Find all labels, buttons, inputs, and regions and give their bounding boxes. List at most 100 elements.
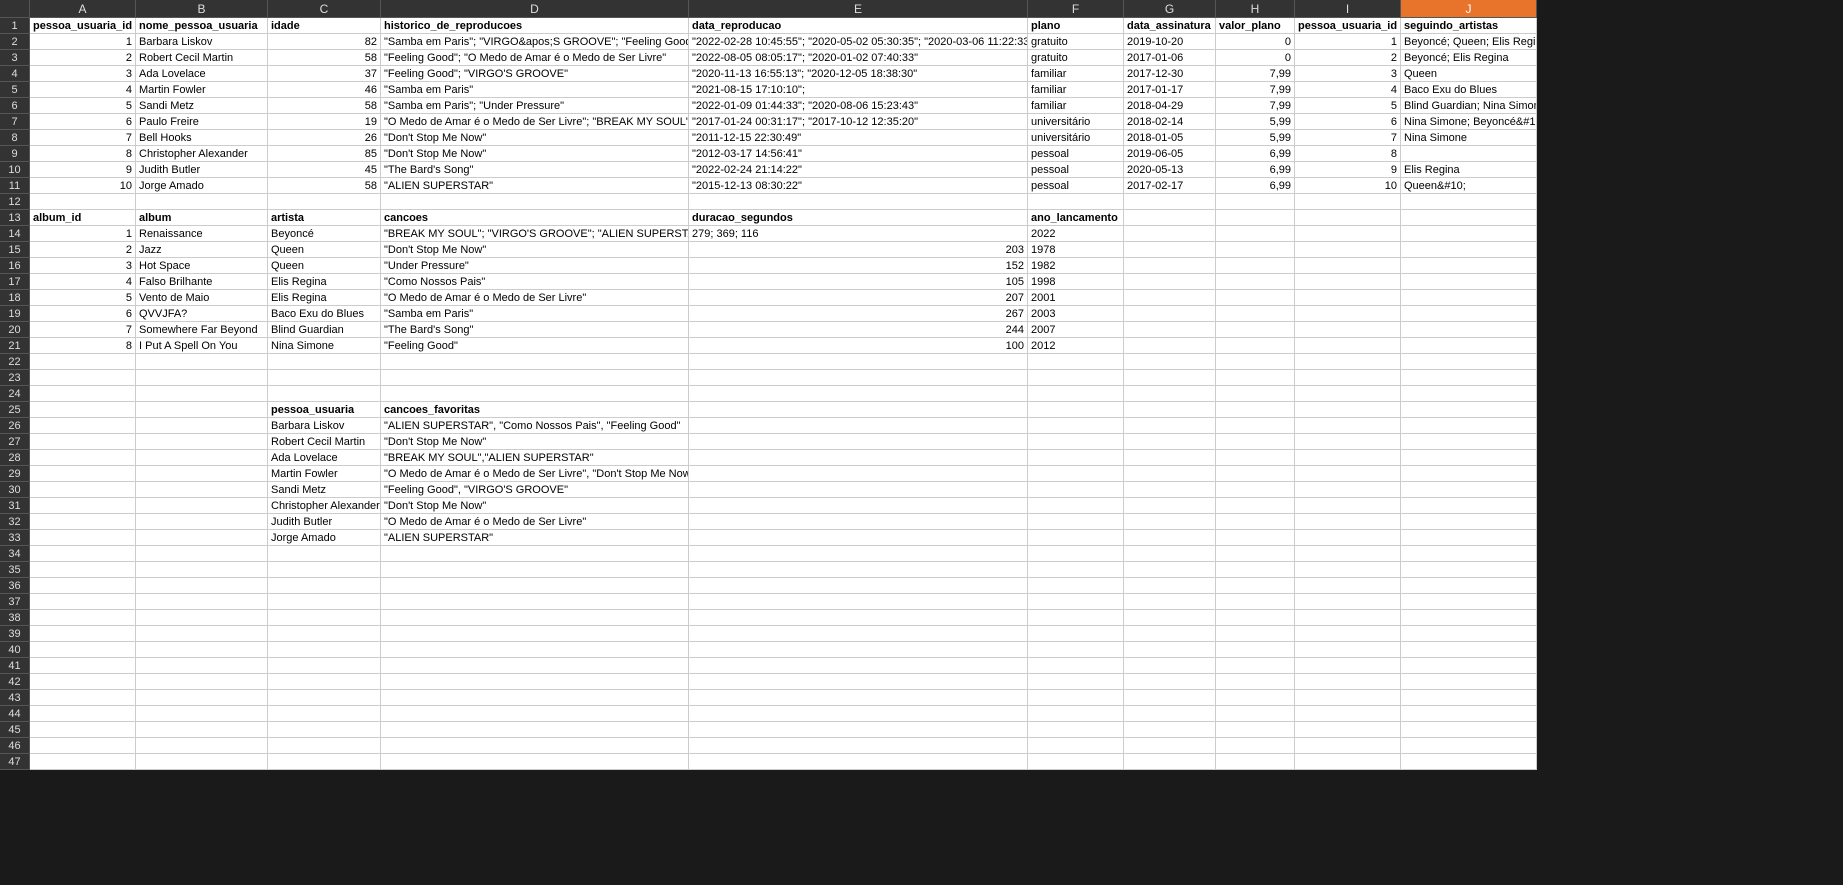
cell-I20[interactable]	[1295, 322, 1401, 338]
cell-C3[interactable]: 58	[268, 50, 381, 66]
cell-D36[interactable]	[381, 578, 689, 594]
cell-C38[interactable]	[268, 610, 381, 626]
cell-C16[interactable]: Queen	[268, 258, 381, 274]
cell-G27[interactable]	[1124, 434, 1216, 450]
cell-G44[interactable]	[1124, 706, 1216, 722]
cell-B9[interactable]: Christopher Alexander	[136, 146, 268, 162]
cell-F13[interactable]: ano_lancamento	[1028, 210, 1124, 226]
cell-C43[interactable]	[268, 690, 381, 706]
cell-C5[interactable]: 46	[268, 82, 381, 98]
cell-A22[interactable]	[30, 354, 136, 370]
cell-E44[interactable]	[689, 706, 1028, 722]
cell-E38[interactable]	[689, 610, 1028, 626]
cell-C9[interactable]: 85	[268, 146, 381, 162]
cell-A44[interactable]	[30, 706, 136, 722]
cell-A12[interactable]	[30, 194, 136, 210]
cell-B6[interactable]: Sandi Metz	[136, 98, 268, 114]
cell-H43[interactable]	[1216, 690, 1295, 706]
cell-H6[interactable]: 7,99	[1216, 98, 1295, 114]
cell-A39[interactable]	[30, 626, 136, 642]
cell-J3[interactable]: Beyoncé; Elis Regina	[1401, 50, 1537, 66]
cell-D11[interactable]: "ALIEN SUPERSTAR"	[381, 178, 689, 194]
cell-E27[interactable]	[689, 434, 1028, 450]
cell-A31[interactable]	[30, 498, 136, 514]
cell-A37[interactable]	[30, 594, 136, 610]
cell-G38[interactable]	[1124, 610, 1216, 626]
cell-I22[interactable]	[1295, 354, 1401, 370]
cell-H16[interactable]	[1216, 258, 1295, 274]
cell-J39[interactable]	[1401, 626, 1537, 642]
cell-B24[interactable]	[136, 386, 268, 402]
cell-H7[interactable]: 5,99	[1216, 114, 1295, 130]
cell-A20[interactable]: 7	[30, 322, 136, 338]
cell-A21[interactable]: 8	[30, 338, 136, 354]
cell-F2[interactable]: gratuito	[1028, 34, 1124, 50]
cell-B11[interactable]: Jorge Amado	[136, 178, 268, 194]
cell-I46[interactable]	[1295, 738, 1401, 754]
cell-H29[interactable]	[1216, 466, 1295, 482]
column-header-C[interactable]: C	[268, 0, 381, 18]
cell-H2[interactable]: 0	[1216, 34, 1295, 50]
cell-D15[interactable]: "Don't Stop Me Now"	[381, 242, 689, 258]
cell-I37[interactable]	[1295, 594, 1401, 610]
cell-E25[interactable]	[689, 402, 1028, 418]
cell-D45[interactable]	[381, 722, 689, 738]
cell-I34[interactable]	[1295, 546, 1401, 562]
cell-H26[interactable]	[1216, 418, 1295, 434]
cell-F25[interactable]	[1028, 402, 1124, 418]
cell-D27[interactable]: "Don't Stop Me Now"	[381, 434, 689, 450]
cell-E37[interactable]	[689, 594, 1028, 610]
cell-F40[interactable]	[1028, 642, 1124, 658]
cell-F37[interactable]	[1028, 594, 1124, 610]
cell-G14[interactable]	[1124, 226, 1216, 242]
cell-J1[interactable]: seguindo_artistas	[1401, 18, 1537, 34]
cell-C22[interactable]	[268, 354, 381, 370]
cell-J35[interactable]	[1401, 562, 1537, 578]
cell-J36[interactable]	[1401, 578, 1537, 594]
cell-C32[interactable]: Judith Butler	[268, 514, 381, 530]
cell-G17[interactable]	[1124, 274, 1216, 290]
cell-E17[interactable]: 105	[689, 274, 1028, 290]
cell-A15[interactable]: 2	[30, 242, 136, 258]
cell-J15[interactable]	[1401, 242, 1537, 258]
cell-B4[interactable]: Ada Lovelace	[136, 66, 268, 82]
cell-B41[interactable]	[136, 658, 268, 674]
cell-A17[interactable]: 4	[30, 274, 136, 290]
cell-C37[interactable]	[268, 594, 381, 610]
cell-C36[interactable]	[268, 578, 381, 594]
cell-I1[interactable]: pessoa_usuaria_id	[1295, 18, 1401, 34]
cell-H21[interactable]	[1216, 338, 1295, 354]
cell-F46[interactable]	[1028, 738, 1124, 754]
cell-B22[interactable]	[136, 354, 268, 370]
cell-D2[interactable]: "Samba em Paris"; "VIRGO&apos;S GROOVE";…	[381, 34, 689, 50]
cell-I44[interactable]	[1295, 706, 1401, 722]
cell-F17[interactable]: 1998	[1028, 274, 1124, 290]
cell-C8[interactable]: 26	[268, 130, 381, 146]
cell-A9[interactable]: 8	[30, 146, 136, 162]
cell-G10[interactable]: 2020-05-13	[1124, 162, 1216, 178]
cell-F15[interactable]: 1978	[1028, 242, 1124, 258]
cell-B38[interactable]	[136, 610, 268, 626]
cell-E43[interactable]	[689, 690, 1028, 706]
cell-J8[interactable]: Nina Simone	[1401, 130, 1537, 146]
cell-I15[interactable]	[1295, 242, 1401, 258]
cell-E18[interactable]: 207	[689, 290, 1028, 306]
cell-G31[interactable]	[1124, 498, 1216, 514]
cell-C24[interactable]	[268, 386, 381, 402]
cell-J43[interactable]	[1401, 690, 1537, 706]
cell-G29[interactable]	[1124, 466, 1216, 482]
cell-F16[interactable]: 1982	[1028, 258, 1124, 274]
cell-E29[interactable]	[689, 466, 1028, 482]
cell-G20[interactable]	[1124, 322, 1216, 338]
cell-B1[interactable]: nome_pessoa_usuaria	[136, 18, 268, 34]
cell-I2[interactable]: 1	[1295, 34, 1401, 50]
cell-I36[interactable]	[1295, 578, 1401, 594]
cell-B26[interactable]	[136, 418, 268, 434]
cell-I35[interactable]	[1295, 562, 1401, 578]
cell-B2[interactable]: Barbara Liskov	[136, 34, 268, 50]
cell-I38[interactable]	[1295, 610, 1401, 626]
cell-F20[interactable]: 2007	[1028, 322, 1124, 338]
cell-C34[interactable]	[268, 546, 381, 562]
cell-G4[interactable]: 2017-12-30	[1124, 66, 1216, 82]
cell-E40[interactable]	[689, 642, 1028, 658]
